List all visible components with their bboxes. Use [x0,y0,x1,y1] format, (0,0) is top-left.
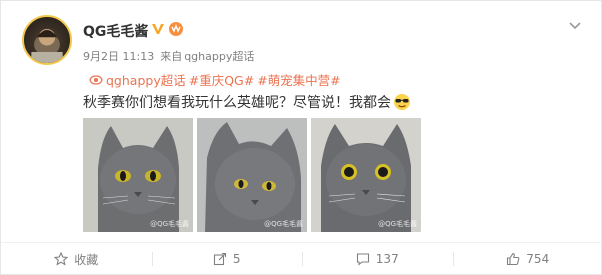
chevron-down-icon[interactable] [567,17,583,33]
share-icon [213,252,226,266]
post-meta: 9月2日 11:13 来自 qghappy超话 [83,48,254,64]
topic-pets[interactable]: #萌宠集中营# [257,70,340,89]
share-count: 5 [232,252,241,266]
photo-watermark: @QG毛毛酱 [264,220,303,228]
post-date[interactable]: 9月2日 11:13 [83,48,154,64]
like-count: 754 [526,252,550,266]
sunglasses-emoji-icon [393,93,411,111]
avatar[interactable] [22,15,72,65]
share-button[interactable]: 5 [151,243,303,275]
post-text: 秋季赛你们想看我玩什么英雄呢？尽管说！我都会 [83,92,411,112]
comment-button[interactable]: 137 [302,243,453,275]
photo-3[interactable]: @QG毛毛酱 [311,118,421,232]
topic-line: qghappy超话 #重庆QG# #萌宠集中营# [89,70,341,89]
favorite-label: 收藏 [74,252,99,267]
photo-grid: @QG毛毛酱 @QG毛毛酱 @QG毛毛酱 [83,118,421,232]
post-text-content: 秋季赛你们想看我玩什么英雄呢？尽管说！我都会 [83,95,391,111]
user-badges [150,21,184,37]
photo-2[interactable]: @QG毛毛酱 [197,118,307,232]
username[interactable]: QG毛毛酱 [83,21,148,41]
supertopic-icon [89,73,103,87]
action-bar: 收藏 5 137 754 [1,243,602,275]
vip-icon[interactable] [168,21,184,37]
comment-count: 137 [375,252,399,266]
weibo-post-card: QG毛毛酱 9月2日 11:13 来自 qghappy超话 qghappy超话 … [0,0,602,275]
star-icon [54,252,69,266]
comment-icon [356,253,369,266]
photo-watermark: @QG毛毛酱 [150,220,189,228]
photo-watermark: @QG毛毛酱 [378,220,417,228]
topic-chongqing-qg[interactable]: #重庆QG# [189,70,254,89]
topic-supertopic[interactable]: qghappy超话 [106,70,186,89]
verified-icon[interactable] [150,21,166,37]
favorite-button[interactable]: 收藏 [1,243,152,275]
photo-1[interactable]: @QG毛毛酱 [83,118,193,232]
like-icon [507,252,520,266]
source-link[interactable]: qghappy超话 [184,48,254,64]
like-button[interactable]: 754 [452,243,602,275]
source-prefix: 来自 [160,50,183,63]
